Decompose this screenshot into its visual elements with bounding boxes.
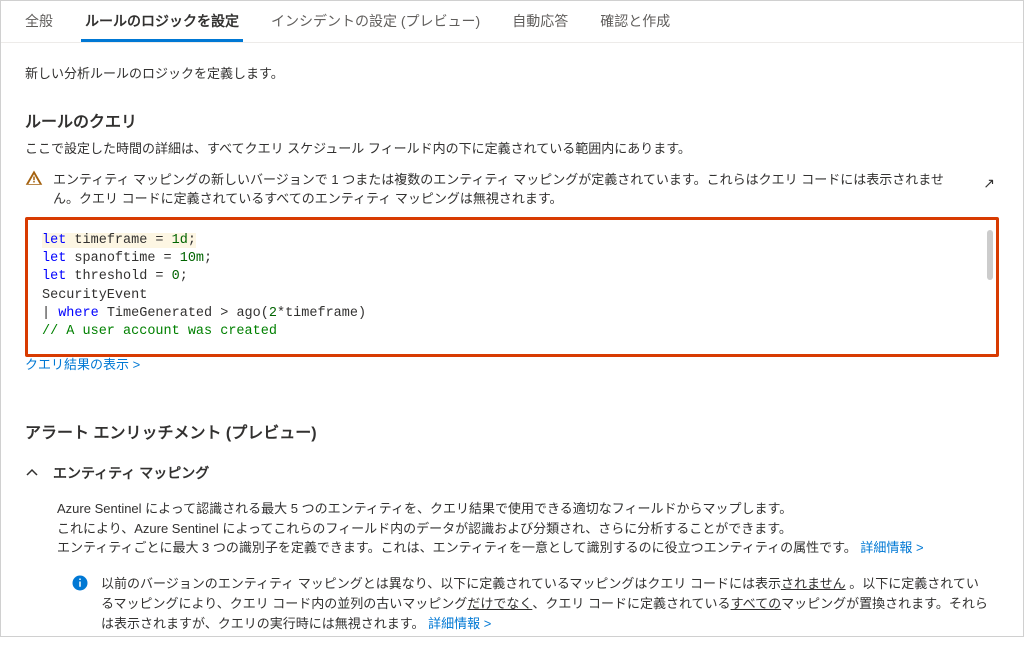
tab-rule-logic[interactable]: ルールのロジックを設定 [81, 1, 243, 42]
info-icon [71, 574, 89, 592]
chevron-up-icon [25, 466, 39, 480]
entity-mapping-desc: Azure Sentinel によって認識される最大 5 つのエンティティを、ク… [25, 499, 925, 558]
expand-icon[interactable]: ↗ [979, 175, 999, 192]
entity-mapping-accordion[interactable]: エンティティ マッピング [25, 463, 999, 483]
tab-incidents[interactable]: インシデントの設定 (プレビュー) [267, 1, 484, 42]
warning-icon [25, 169, 43, 187]
query-code: let timeframe = 1d; let spanoftime = 10m… [42, 232, 982, 341]
info-row: 以前のバージョンのエンティティ マッピングとは異なり、以下に定義されているマッピ… [25, 574, 999, 634]
query-subtitle: ここで設定した時間の詳細は、すべてクエリ スケジュール フィールド内の下に定義さ… [25, 138, 999, 157]
warning-text: エンティティ マッピングの新しいバージョンで 1 つまたは複数のエンティティ マ… [53, 169, 969, 207]
tab-general[interactable]: 全般 [21, 1, 57, 42]
learn-more-link[interactable]: 詳細情報 > [860, 540, 923, 555]
tab-automated[interactable]: 自動応答 [508, 1, 572, 42]
intro-text: 新しい分析ルールのロジックを定義します。 [25, 63, 999, 82]
query-title: ルールのクエリ [25, 108, 999, 132]
tab-bar: 全般 ルールのロジックを設定 インシデントの設定 (プレビュー) 自動応答 確認… [1, 1, 1023, 43]
entity-mapping-header: エンティティ マッピング [53, 463, 209, 483]
tab-review[interactable]: 確認と作成 [596, 1, 674, 42]
info-learn-more-link[interactable]: 詳細情報 > [428, 616, 491, 631]
scrollbar-thumb[interactable] [987, 230, 993, 280]
warning-row: エンティティ マッピングの新しいバージョンで 1 つまたは複数のエンティティ マ… [25, 167, 999, 213]
enrichment-title: アラート エンリッチメント (プレビュー) [25, 419, 999, 443]
info-text: 以前のバージョンのエンティティ マッピングとは異なり、以下に定義されているマッピ… [101, 574, 991, 634]
query-editor[interactable]: let timeframe = 1d; let spanoftime = 10m… [25, 217, 999, 357]
